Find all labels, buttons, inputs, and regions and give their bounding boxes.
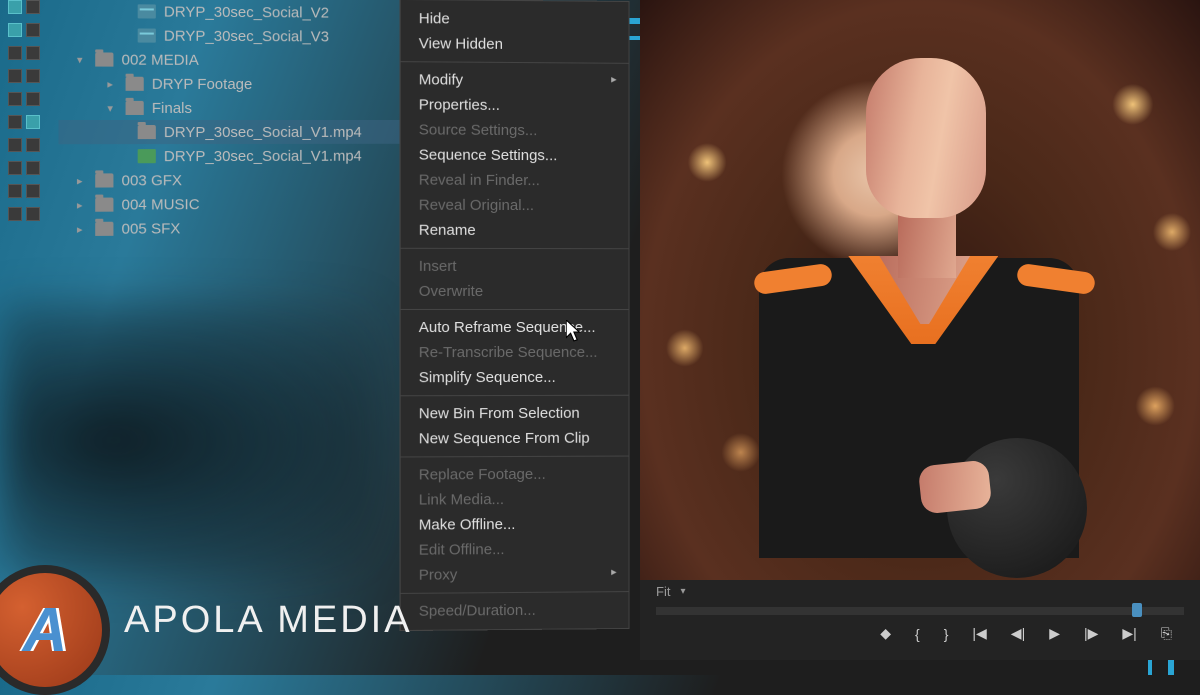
- chevron-right-icon[interactable]: ▸: [77, 174, 87, 187]
- menu-item[interactable]: View Hidden: [401, 31, 629, 58]
- menu-item[interactable]: New Bin From Selection: [401, 401, 629, 427]
- menu-item[interactable]: Hide: [401, 6, 629, 33]
- project-item-clip[interactable]: DRYP_30sec_Social_V1.mp4: [59, 144, 408, 169]
- brand-monogram: A: [23, 595, 68, 666]
- folder-icon: [95, 52, 113, 66]
- project-item-clip[interactable]: DRYP_30sec_Social_V1.mp4: [59, 120, 408, 144]
- menu-item: Insert: [401, 254, 629, 279]
- transport-controls: ◆ { } |◀ ◀| ▶ |▶ ▶| ⎘: [640, 619, 1200, 648]
- menu-item: Source Settings...: [401, 117, 629, 143]
- menu-item: Replace Footage...: [401, 462, 629, 488]
- chevron-right-icon[interactable]: ▸: [77, 198, 87, 211]
- folder-icon: [95, 173, 113, 187]
- menu-item[interactable]: Simplify Sequence...: [401, 365, 629, 390]
- folder-icon: [95, 198, 113, 212]
- folder-icon: [138, 125, 156, 139]
- sequence-icon: [138, 28, 156, 42]
- brand-name: APOLA MEDIA: [124, 599, 413, 642]
- chevron-right-icon: ▸: [611, 73, 616, 86]
- menu-item: Re-Transcribe Sequence...: [401, 340, 629, 365]
- preview-frame: [640, 0, 1200, 580]
- play-icon[interactable]: ▶: [1049, 625, 1060, 642]
- item-label: DRYP_30sec_Social_V1.mp4: [164, 123, 362, 140]
- item-label: 004 MUSIC: [122, 196, 200, 213]
- menu-separator: [401, 309, 629, 310]
- menu-separator: [401, 248, 629, 249]
- menu-item[interactable]: Modify▸: [401, 67, 629, 94]
- project-item-folder[interactable]: ▸ DRYP Footage: [59, 72, 408, 97]
- menu-separator: [401, 456, 629, 458]
- chevron-right-icon: ▸: [611, 565, 616, 578]
- menu-item: Reveal Original...: [401, 193, 629, 219]
- menu-item: Link Media...: [401, 486, 629, 512]
- item-label: 003 GFX: [122, 172, 182, 189]
- program-monitor-controls: Fit ▾ ◆ { } |◀ ◀| ▶ |▶ ▶| ⎘: [640, 580, 1200, 660]
- chevron-right-icon[interactable]: ▸: [107, 77, 117, 90]
- fit-dropdown[interactable]: Fit: [656, 584, 670, 599]
- menu-separator: [401, 591, 629, 594]
- menu-item[interactable]: New Sequence From Clip: [401, 426, 629, 452]
- chevron-down-icon[interactable]: ▾: [77, 53, 87, 66]
- item-label: DRYP_30sec_Social_V2: [164, 3, 329, 21]
- menu-item: Edit Offline...: [401, 536, 629, 563]
- item-label: DRYP Footage: [152, 75, 252, 92]
- folder-icon: [95, 222, 113, 236]
- label-color-column: [8, 0, 50, 230]
- item-label: 005 SFX: [122, 220, 181, 237]
- menu-item[interactable]: Sequence Settings...: [401, 142, 629, 168]
- go-to-in-icon[interactable]: |◀: [972, 625, 986, 642]
- project-item-folder[interactable]: ▸ 004 MUSIC: [59, 191, 408, 217]
- folder-icon: [126, 101, 144, 115]
- mark-in-icon[interactable]: ◆: [880, 625, 891, 642]
- export-frame-icon[interactable]: ⎘: [1161, 625, 1172, 642]
- timeline-scrubber[interactable]: [656, 607, 1184, 615]
- project-item-folder[interactable]: ▸ 005 SFX: [59, 215, 408, 241]
- project-item-folder[interactable]: ▸ 003 GFX: [59, 168, 408, 193]
- cursor-icon: [566, 320, 584, 347]
- program-monitor[interactable]: [640, 0, 1200, 580]
- folder-icon: [126, 77, 144, 91]
- project-item-sequence[interactable]: DRYP_30sec_Social_V3: [59, 23, 408, 49]
- chevron-right-icon[interactable]: ▸: [77, 222, 87, 235]
- sequence-icon: [138, 4, 156, 18]
- brand-watermark: A APOLA MEDIA: [0, 565, 413, 675]
- bracket-in-icon[interactable]: {: [915, 626, 920, 642]
- project-item-sequence[interactable]: DRYP_30sec_Social_V2: [59, 0, 408, 25]
- step-back-icon[interactable]: ◀|: [1011, 625, 1025, 642]
- brand-logo-icon: A: [0, 565, 110, 695]
- chevron-down-icon[interactable]: ▾: [680, 586, 685, 597]
- project-panel[interactable]: DRYP_30sec_Social_V2 DRYP_30sec_Social_V…: [59, 0, 408, 241]
- item-label: DRYP_30sec_Social_V3: [164, 27, 329, 45]
- menu-item[interactable]: Rename: [401, 218, 629, 244]
- chevron-down-icon[interactable]: ▾: [107, 101, 117, 114]
- context-menu[interactable]: HideView Hidden Modify▸Properties...Sourc…: [400, 0, 630, 631]
- item-label: 002 MEDIA: [122, 51, 199, 68]
- menu-item: Proxy▸: [401, 561, 629, 588]
- menu-item: Speed/Duration...: [401, 597, 629, 624]
- project-item-folder[interactable]: ▾ 002 MEDIA: [59, 47, 408, 72]
- playhead-marker[interactable]: [1132, 603, 1142, 617]
- step-forward-icon[interactable]: |▶: [1084, 625, 1098, 642]
- go-to-out-icon[interactable]: ▶|: [1122, 625, 1136, 642]
- background-vignette: [0, 300, 380, 580]
- item-label: Finals: [152, 99, 192, 116]
- menu-item[interactable]: Make Offline...: [401, 511, 629, 537]
- menu-separator: [401, 61, 629, 64]
- item-label: DRYP_30sec_Social_V1.mp4: [164, 147, 362, 164]
- project-item-folder[interactable]: ▾ Finals: [59, 96, 408, 120]
- clip-icon: [138, 149, 156, 163]
- menu-item: Overwrite: [401, 279, 629, 304]
- menu-item: Reveal in Finder...: [401, 168, 629, 194]
- menu-item[interactable]: Properties...: [401, 92, 629, 118]
- bracket-out-icon[interactable]: }: [944, 626, 949, 642]
- menu-separator: [401, 395, 629, 397]
- menu-item[interactable]: Auto Reframe Sequence...: [401, 315, 629, 340]
